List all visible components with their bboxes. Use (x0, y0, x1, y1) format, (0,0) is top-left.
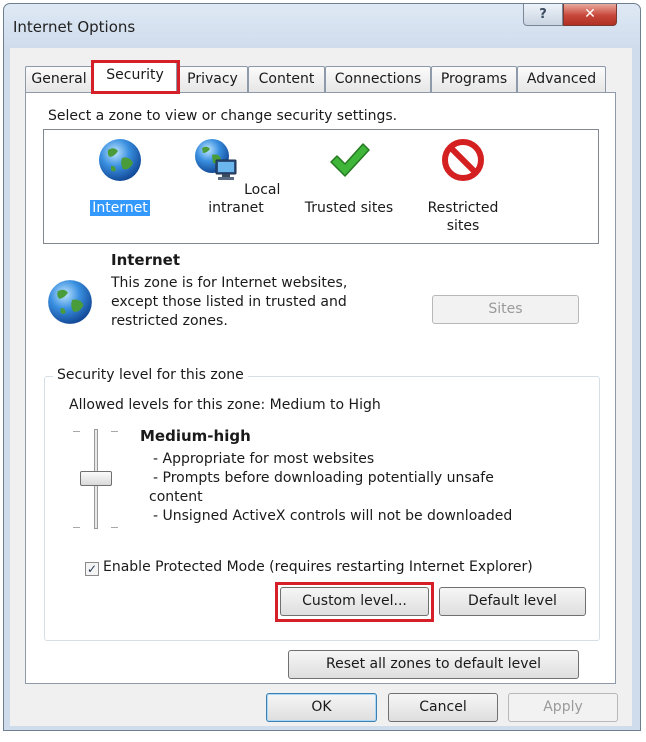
default-level-button[interactable]: Default level (439, 587, 586, 616)
slider-tick (111, 431, 118, 432)
zone-restricted-sites-label: Restricted sites (427, 200, 499, 234)
window-title: Internet Options (13, 18, 136, 36)
tab-advanced[interactable]: Advanced (517, 66, 606, 92)
slider-tick (73, 431, 80, 432)
slider-tick (73, 527, 80, 528)
selected-zone-title: Internet (111, 251, 181, 269)
help-button[interactable]: ? (523, 4, 563, 26)
zone-local-intranet-label: Local intranet (208, 182, 281, 216)
zone-restricted-sites[interactable]: Restricted sites (413, 136, 513, 235)
slider-thumb[interactable] (80, 471, 112, 486)
tab-programs[interactable]: Programs (431, 66, 517, 92)
level-bullet: - Unsigned ActiveX controls will not be … (153, 508, 513, 524)
reset-all-zones-button[interactable]: Reset all zones to default level (288, 650, 579, 679)
level-bullet: - Prompts before downloading potentially… (153, 470, 494, 486)
security-level-slider[interactable] (67, 425, 127, 535)
zone-internet-label: Internet (90, 200, 150, 216)
tab-privacy[interactable]: Privacy (177, 66, 248, 92)
level-bullet: - Appropriate for most websites (153, 451, 375, 467)
tab-connections[interactable]: Connections (325, 66, 431, 92)
apply-button[interactable]: Apply (508, 693, 618, 722)
allowed-levels-text: Allowed levels for this zone: Medium to … (69, 397, 381, 413)
checkmark-icon (330, 143, 370, 177)
protected-mode-row[interactable]: ✓ Enable Protected Mode (requires restart… (85, 559, 533, 576)
protected-mode-label: Enable Protected Mode (requires restarti… (103, 559, 533, 575)
close-icon: ✕ (584, 6, 596, 22)
protected-mode-checkbox[interactable]: ✓ (85, 562, 99, 576)
security-level-description: - Appropriate for most websites - Prompt… (149, 450, 573, 526)
security-level-name: Medium-high (140, 427, 251, 445)
sites-button[interactable]: Sites (432, 295, 579, 324)
title-bar[interactable]: Internet Options ? ✕ (4, 4, 640, 48)
globe-icon (99, 139, 141, 181)
help-icon: ? (539, 7, 547, 22)
tab-security[interactable]: Security (93, 62, 177, 93)
intranet-icon (194, 139, 237, 180)
zone-local-intranet[interactable]: Local intranet (181, 136, 291, 217)
security-tab-panel: Select a zone to view or change security… (25, 92, 616, 684)
security-level-group: Security level for this zone Allowed lev… (44, 367, 600, 641)
security-level-legend: Security level for this zone (53, 367, 248, 383)
ok-button[interactable]: OK (266, 693, 377, 722)
globe-icon (48, 280, 92, 324)
zone-trusted-sites[interactable]: Trusted sites (299, 136, 399, 217)
prohibited-icon (442, 139, 484, 181)
cancel-button[interactable]: Cancel (388, 693, 498, 722)
selected-zone-description: This zone is for Internet websites, exce… (111, 275, 348, 329)
zone-trusted-sites-label: Trusted sites (304, 200, 394, 216)
custom-level-button[interactable]: Custom level... (280, 587, 429, 616)
zone-prompt: Select a zone to view or change security… (48, 108, 398, 124)
slider-tick (111, 527, 118, 528)
tab-content[interactable]: Content (248, 66, 325, 92)
internet-options-window: Internet Options ? ✕ General Security Pr… (3, 3, 641, 731)
zone-internet[interactable]: Internet (80, 136, 160, 217)
tab-general[interactable]: General (25, 66, 93, 92)
close-button[interactable]: ✕ (563, 4, 617, 26)
zone-list[interactable]: Internet Local intranet Trusted sites Re… (43, 129, 599, 244)
level-bullet-continuation: content (149, 489, 203, 505)
dialog-client-area: General Security Privacy Content Connect… (10, 48, 632, 726)
